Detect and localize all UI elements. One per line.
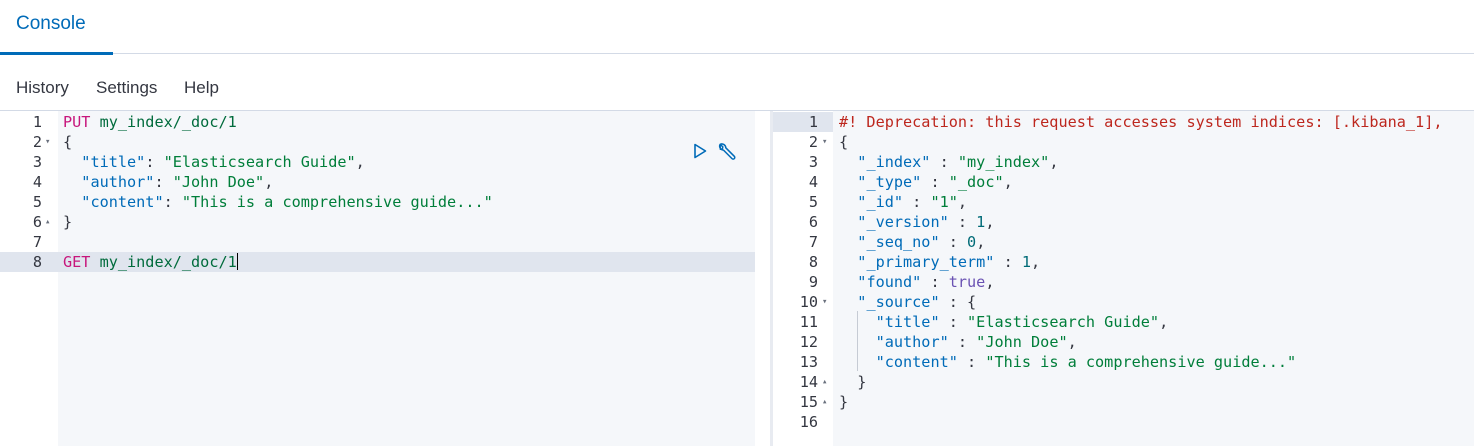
response-line: 16 bbox=[773, 412, 1474, 432]
fold-collapse-icon[interactable]: ▾ bbox=[822, 292, 827, 312]
response-line: 14 ▴ } bbox=[773, 372, 1474, 392]
text-cursor bbox=[236, 253, 238, 270]
response-line: 4 "_type" : "_doc", bbox=[773, 172, 1474, 192]
code-text: "_version" : 1, bbox=[857, 213, 995, 231]
response-line: 10 ▾ "_source" : { bbox=[773, 292, 1474, 312]
tab-console[interactable]: Console bbox=[0, 0, 113, 55]
request-editor[interactable]: 1 PUT my_index/_doc/1 2 ▾ {3 "title": "Elast… bbox=[0, 111, 772, 446]
fold-collapse-icon[interactable]: ▾ bbox=[822, 132, 827, 152]
request-line[interactable]: 5 "content": "This is a comprehensive gu… bbox=[0, 192, 772, 212]
line-number: 5 bbox=[808, 193, 818, 211]
line-number: 15 bbox=[799, 393, 818, 411]
line-number: 6 bbox=[808, 213, 818, 231]
code-text: PUT my_index/_doc/1 bbox=[63, 113, 237, 131]
response-line: 6 "_version" : 1, bbox=[773, 212, 1474, 232]
code-text: "_id" : "1", bbox=[857, 193, 968, 211]
code-text: "_primary_term" : 1, bbox=[857, 253, 1041, 271]
line-number: 12 bbox=[799, 333, 818, 351]
code-text: { bbox=[839, 133, 849, 151]
response-line: 9 "found" : true, bbox=[773, 272, 1474, 292]
fold-expand-icon[interactable]: ▴ bbox=[45, 212, 50, 232]
code-text: "title" : "Elasticsearch Guide", bbox=[875, 313, 1169, 331]
line-number: 8 bbox=[32, 253, 42, 271]
line-number: 7 bbox=[808, 233, 818, 251]
menu-settings[interactable]: Settings bbox=[96, 78, 157, 98]
wrench-icon[interactable] bbox=[715, 141, 736, 161]
line-number: 2 bbox=[32, 133, 42, 151]
response-line: 8 "_primary_term" : 1, bbox=[773, 252, 1474, 272]
line-number: 9 bbox=[808, 273, 818, 291]
line-number: 11 bbox=[799, 313, 818, 331]
response-line: 13 "content" : "This is a comprehensive … bbox=[773, 352, 1474, 372]
code-text: "found" : true, bbox=[857, 273, 995, 291]
code-text: GET my_index/_doc/1 bbox=[63, 253, 238, 271]
response-editor: 1 #! Deprecation: this request accesses s… bbox=[773, 111, 1474, 446]
response-line: 3 "_index" : "my_index", bbox=[773, 152, 1474, 172]
code-text: #! Deprecation: this request accesses sy… bbox=[839, 113, 1443, 131]
line-number: 5 bbox=[32, 193, 42, 211]
code-text: "content" : "This is a comprehensive gui… bbox=[875, 353, 1297, 371]
code-text: "content": "This is a comprehensive guid… bbox=[81, 193, 493, 211]
line-number: 7 bbox=[32, 233, 42, 251]
line-number: 1 bbox=[32, 113, 42, 131]
request-line[interactable]: 3 "title": "Elasticsearch Guide", bbox=[0, 152, 772, 172]
request-line[interactable]: 4 "author": "John Doe", bbox=[0, 172, 772, 192]
play-icon[interactable] bbox=[690, 141, 710, 161]
code-text: "_index" : "my_index", bbox=[857, 153, 1059, 171]
line-number: 2 bbox=[808, 133, 818, 151]
line-number: 1 bbox=[808, 113, 818, 131]
code-text: "_source" : { bbox=[857, 293, 977, 311]
line-number: 3 bbox=[808, 153, 818, 171]
tab-console-label: Console bbox=[16, 13, 86, 34]
code-text: { bbox=[63, 133, 73, 151]
fold-collapse-icon[interactable]: ▾ bbox=[45, 132, 50, 152]
code-text: } bbox=[63, 213, 73, 231]
menu-history[interactable]: History bbox=[16, 78, 69, 98]
code-text: "title": "Elasticsearch Guide", bbox=[81, 153, 365, 171]
response-line: 5 "_id" : "1", bbox=[773, 192, 1474, 212]
line-number: 8 bbox=[808, 253, 818, 271]
response-line: 7 "_seq_no" : 0, bbox=[773, 232, 1474, 252]
top-tab-bar: Console bbox=[0, 0, 1474, 55]
fold-expand-icon[interactable]: ▴ bbox=[822, 372, 827, 392]
line-number: 16 bbox=[799, 413, 818, 431]
response-line: 11 "title" : "Elasticsearch Guide", bbox=[773, 312, 1474, 332]
code-text: "author" : "John Doe", bbox=[875, 333, 1077, 351]
line-number: 13 bbox=[799, 353, 818, 371]
request-line[interactable]: 1 PUT my_index/_doc/1 bbox=[0, 112, 772, 132]
line-number: 4 bbox=[32, 173, 42, 191]
request-line[interactable]: 8 GET my_index/_doc/1 bbox=[0, 252, 772, 272]
code-text: "author": "John Doe", bbox=[81, 173, 274, 191]
code-text: "_type" : "_doc", bbox=[857, 173, 1013, 191]
response-line: 2 ▾ { bbox=[773, 132, 1474, 152]
line-number: 14 bbox=[799, 373, 818, 391]
line-number: 6 bbox=[32, 213, 42, 231]
response-line: 12 "author" : "John Doe", bbox=[773, 332, 1474, 352]
request-line[interactable]: 7 bbox=[0, 232, 772, 252]
active-tab-indicator bbox=[0, 52, 113, 55]
request-line[interactable]: 6 ▴} bbox=[0, 212, 772, 232]
line-number: 3 bbox=[32, 153, 42, 171]
code-text: } bbox=[839, 393, 849, 411]
request-line[interactable]: 2 ▾ { bbox=[0, 132, 772, 152]
code-text: "_seq_no" : 0, bbox=[857, 233, 986, 251]
menu-help[interactable]: Help bbox=[184, 78, 219, 98]
line-number: 10 bbox=[799, 293, 818, 311]
response-line: 15 ▴} bbox=[773, 392, 1474, 412]
code-text: } bbox=[839, 373, 867, 391]
fold-expand-icon[interactable]: ▴ bbox=[822, 392, 827, 412]
response-line: 1 #! Deprecation: this request accesses s… bbox=[773, 112, 1474, 132]
line-number: 4 bbox=[808, 173, 818, 191]
